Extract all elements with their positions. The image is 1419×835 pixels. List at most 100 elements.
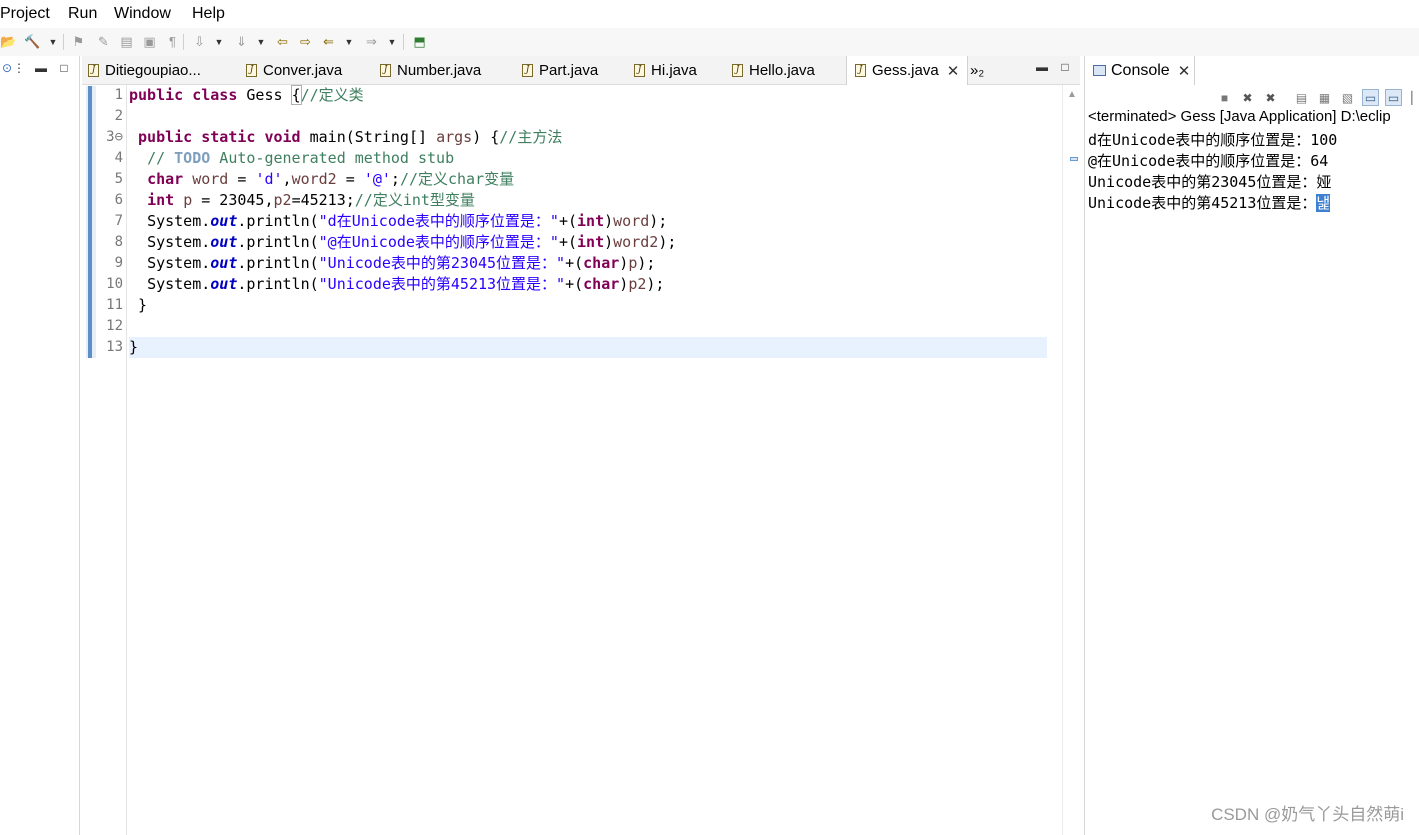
java-file-icon: J	[88, 64, 99, 77]
console-icon	[1093, 65, 1106, 76]
line-number: 9	[114, 255, 123, 271]
toggle-icon[interactable]: ⚑	[70, 33, 87, 50]
line-number: 8	[114, 234, 123, 250]
block-icon[interactable]: ▣	[141, 33, 158, 50]
code-line-13: }	[129, 337, 1047, 358]
tab-gess[interactable]: J Gess.java ✕	[846, 56, 969, 85]
console-line: @在Unicode表中的顺序位置是：64	[1088, 152, 1329, 170]
next-annotation-icon[interactable]: ⇓	[233, 33, 250, 50]
tab-label: Gess.java	[872, 62, 939, 79]
dropdown-icon[interactable]: ▼	[344, 33, 354, 50]
dropdown-icon[interactable]: ▼	[214, 33, 224, 50]
console-status: <terminated> Gess [Java Application] D:\…	[1088, 108, 1391, 125]
terminate-icon[interactable]: ■	[1216, 89, 1233, 106]
show-on-stdout-icon[interactable]: ▭	[1362, 89, 1379, 106]
word-wrap-icon[interactable]: ▧	[1339, 89, 1356, 106]
tab-conver[interactable]: J Conver.java	[246, 56, 342, 85]
line-number: 6	[114, 192, 123, 208]
tab-label: Number.java	[397, 62, 482, 79]
menu-project[interactable]: Project	[0, 5, 50, 23]
maximize-icon[interactable]: □	[57, 61, 71, 75]
pin-console-icon[interactable]: ▏	[1411, 89, 1419, 106]
line-number: 1	[114, 87, 123, 103]
scroll-lock-icon[interactable]: ▦	[1316, 89, 1333, 106]
line-number: 7	[114, 213, 123, 229]
dropdown-icon[interactable]: ▼	[256, 33, 266, 50]
line-number: 11	[106, 297, 123, 313]
maximize-icon[interactable]: □	[1058, 60, 1072, 74]
clear-console-icon[interactable]: ▤	[1293, 89, 1310, 106]
left-view-header: ⊙ ⋮ ▬ □	[0, 56, 79, 84]
menu-run[interactable]: Run	[68, 5, 97, 23]
code-line-1: public class Gess {//定义类	[129, 85, 364, 105]
gutter-separator	[126, 85, 127, 835]
toolbar-separator	[63, 34, 64, 50]
close-icon[interactable]: ✕	[947, 62, 960, 80]
console-tab-label: Console	[1111, 61, 1170, 79]
back-icon[interactable]: ⇐	[320, 33, 337, 50]
overview-marker	[1070, 157, 1078, 161]
tab-label: Hello.java	[749, 62, 815, 79]
close-icon[interactable]: ✕	[1178, 62, 1191, 80]
line-number: 10	[106, 276, 123, 292]
code-line-5: char word = 'd',word2 = '@';//定义char变量	[147, 170, 515, 188]
selected-char: 냁	[1316, 194, 1331, 212]
line-numbers: 1 2 3⊖ 4 5 6 7 8 9 10 11 12 13	[96, 85, 126, 358]
open-icon[interactable]: 📂	[0, 33, 17, 50]
pin-editor-icon[interactable]: ⬒	[411, 33, 428, 50]
code-editor[interactable]: 1 2 3⊖ 4 5 6 7 8 9 10 11 12 13 public cl…	[82, 85, 1080, 835]
code-line-3: public static void main(String[] args) {…	[138, 128, 563, 146]
tab-overflow-label: »₂	[970, 62, 985, 79]
code-line-10: System.out.println("Unicode表中的第45213位置是：…	[147, 275, 665, 293]
java-file-icon: J	[246, 64, 257, 77]
code-line-11: }	[129, 296, 148, 314]
code-area[interactable]: public class Gess {//定义类 public static v…	[129, 85, 1047, 358]
menu-bar: Project Run Window Help	[0, 0, 1419, 28]
menu-window[interactable]: Window	[114, 5, 171, 23]
tab-hello[interactable]: J Hello.java	[732, 56, 815, 85]
tab-console[interactable]: Console ✕	[1085, 56, 1195, 85]
scroll-up-icon[interactable]: ▲	[1067, 89, 1077, 100]
dropdown-icon[interactable]: ▼	[387, 33, 397, 50]
tab-part[interactable]: J Part.java	[522, 56, 598, 85]
line-number: 4	[114, 150, 123, 166]
tab-label: Hi.java	[651, 62, 697, 79]
editor-scrollbar[interactable]: ▲	[1062, 85, 1080, 835]
minimize-icon[interactable]: ▬	[1035, 60, 1049, 74]
tab-ditiegoupiao[interactable]: J Ditiegoupiao...	[88, 56, 201, 85]
tab-overflow[interactable]: »₂	[970, 56, 984, 85]
minimize-icon[interactable]: ▬	[34, 61, 48, 75]
console-output[interactable]: d在Unicode表中的顺序位置是：100 @在Unicode表中的顺序位置是：…	[1088, 130, 1337, 214]
java-file-icon: J	[522, 64, 533, 77]
pilcrow-icon[interactable]: ¶	[164, 33, 181, 50]
prev-edit-icon[interactable]: ⇦	[274, 33, 291, 50]
watermark: CSDN @奶气丫头自然萌i	[1211, 805, 1404, 824]
show-on-stderr-icon[interactable]: ▭	[1385, 89, 1402, 106]
forward-icon[interactable]: ⇒	[363, 33, 380, 50]
nav-icon[interactable]: ⇩	[191, 33, 208, 50]
console-view: Console ✕ ■ ✖ ✖ ▤ ▦ ▧ ▭ ▭ ▏ <terminated>…	[1070, 56, 1419, 835]
tab-number[interactable]: J Number.java	[380, 56, 481, 85]
remove-all-launches-icon[interactable]: ✖	[1262, 89, 1279, 106]
mark-icon[interactable]: ✎	[95, 33, 112, 50]
java-file-icon: J	[732, 64, 743, 77]
line-number: 2	[114, 108, 123, 124]
console-line: Unicode表中的第23045位置是：娅	[1088, 173, 1332, 191]
menu-help[interactable]: Help	[192, 5, 225, 23]
remove-launch-icon[interactable]: ✖	[1239, 89, 1256, 106]
console-line: d在Unicode表中的顺序位置是：100	[1088, 131, 1338, 149]
code-line-4: // TODO Auto-generated method stub	[147, 149, 455, 167]
build-icon[interactable]: 🔨	[24, 33, 41, 50]
change-ruler	[86, 86, 96, 358]
line-number[interactable]: 3⊖	[96, 127, 126, 148]
dropdown-icon[interactable]: ▼	[48, 33, 58, 50]
quick-diff-bar	[88, 86, 92, 358]
format-icon[interactable]: ▤	[118, 33, 135, 50]
next-edit-icon[interactable]: ⇨	[297, 33, 314, 50]
view-menu-icon[interactable]: ⋮	[12, 61, 26, 75]
line-number: 13	[106, 339, 123, 355]
code-line-8: System.out.println("@在Unicode表中的顺序位置是："+…	[147, 233, 677, 251]
code-line-9: System.out.println("Unicode表中的第23045位置是：…	[147, 254, 656, 272]
tab-hi[interactable]: J Hi.java	[634, 56, 697, 85]
